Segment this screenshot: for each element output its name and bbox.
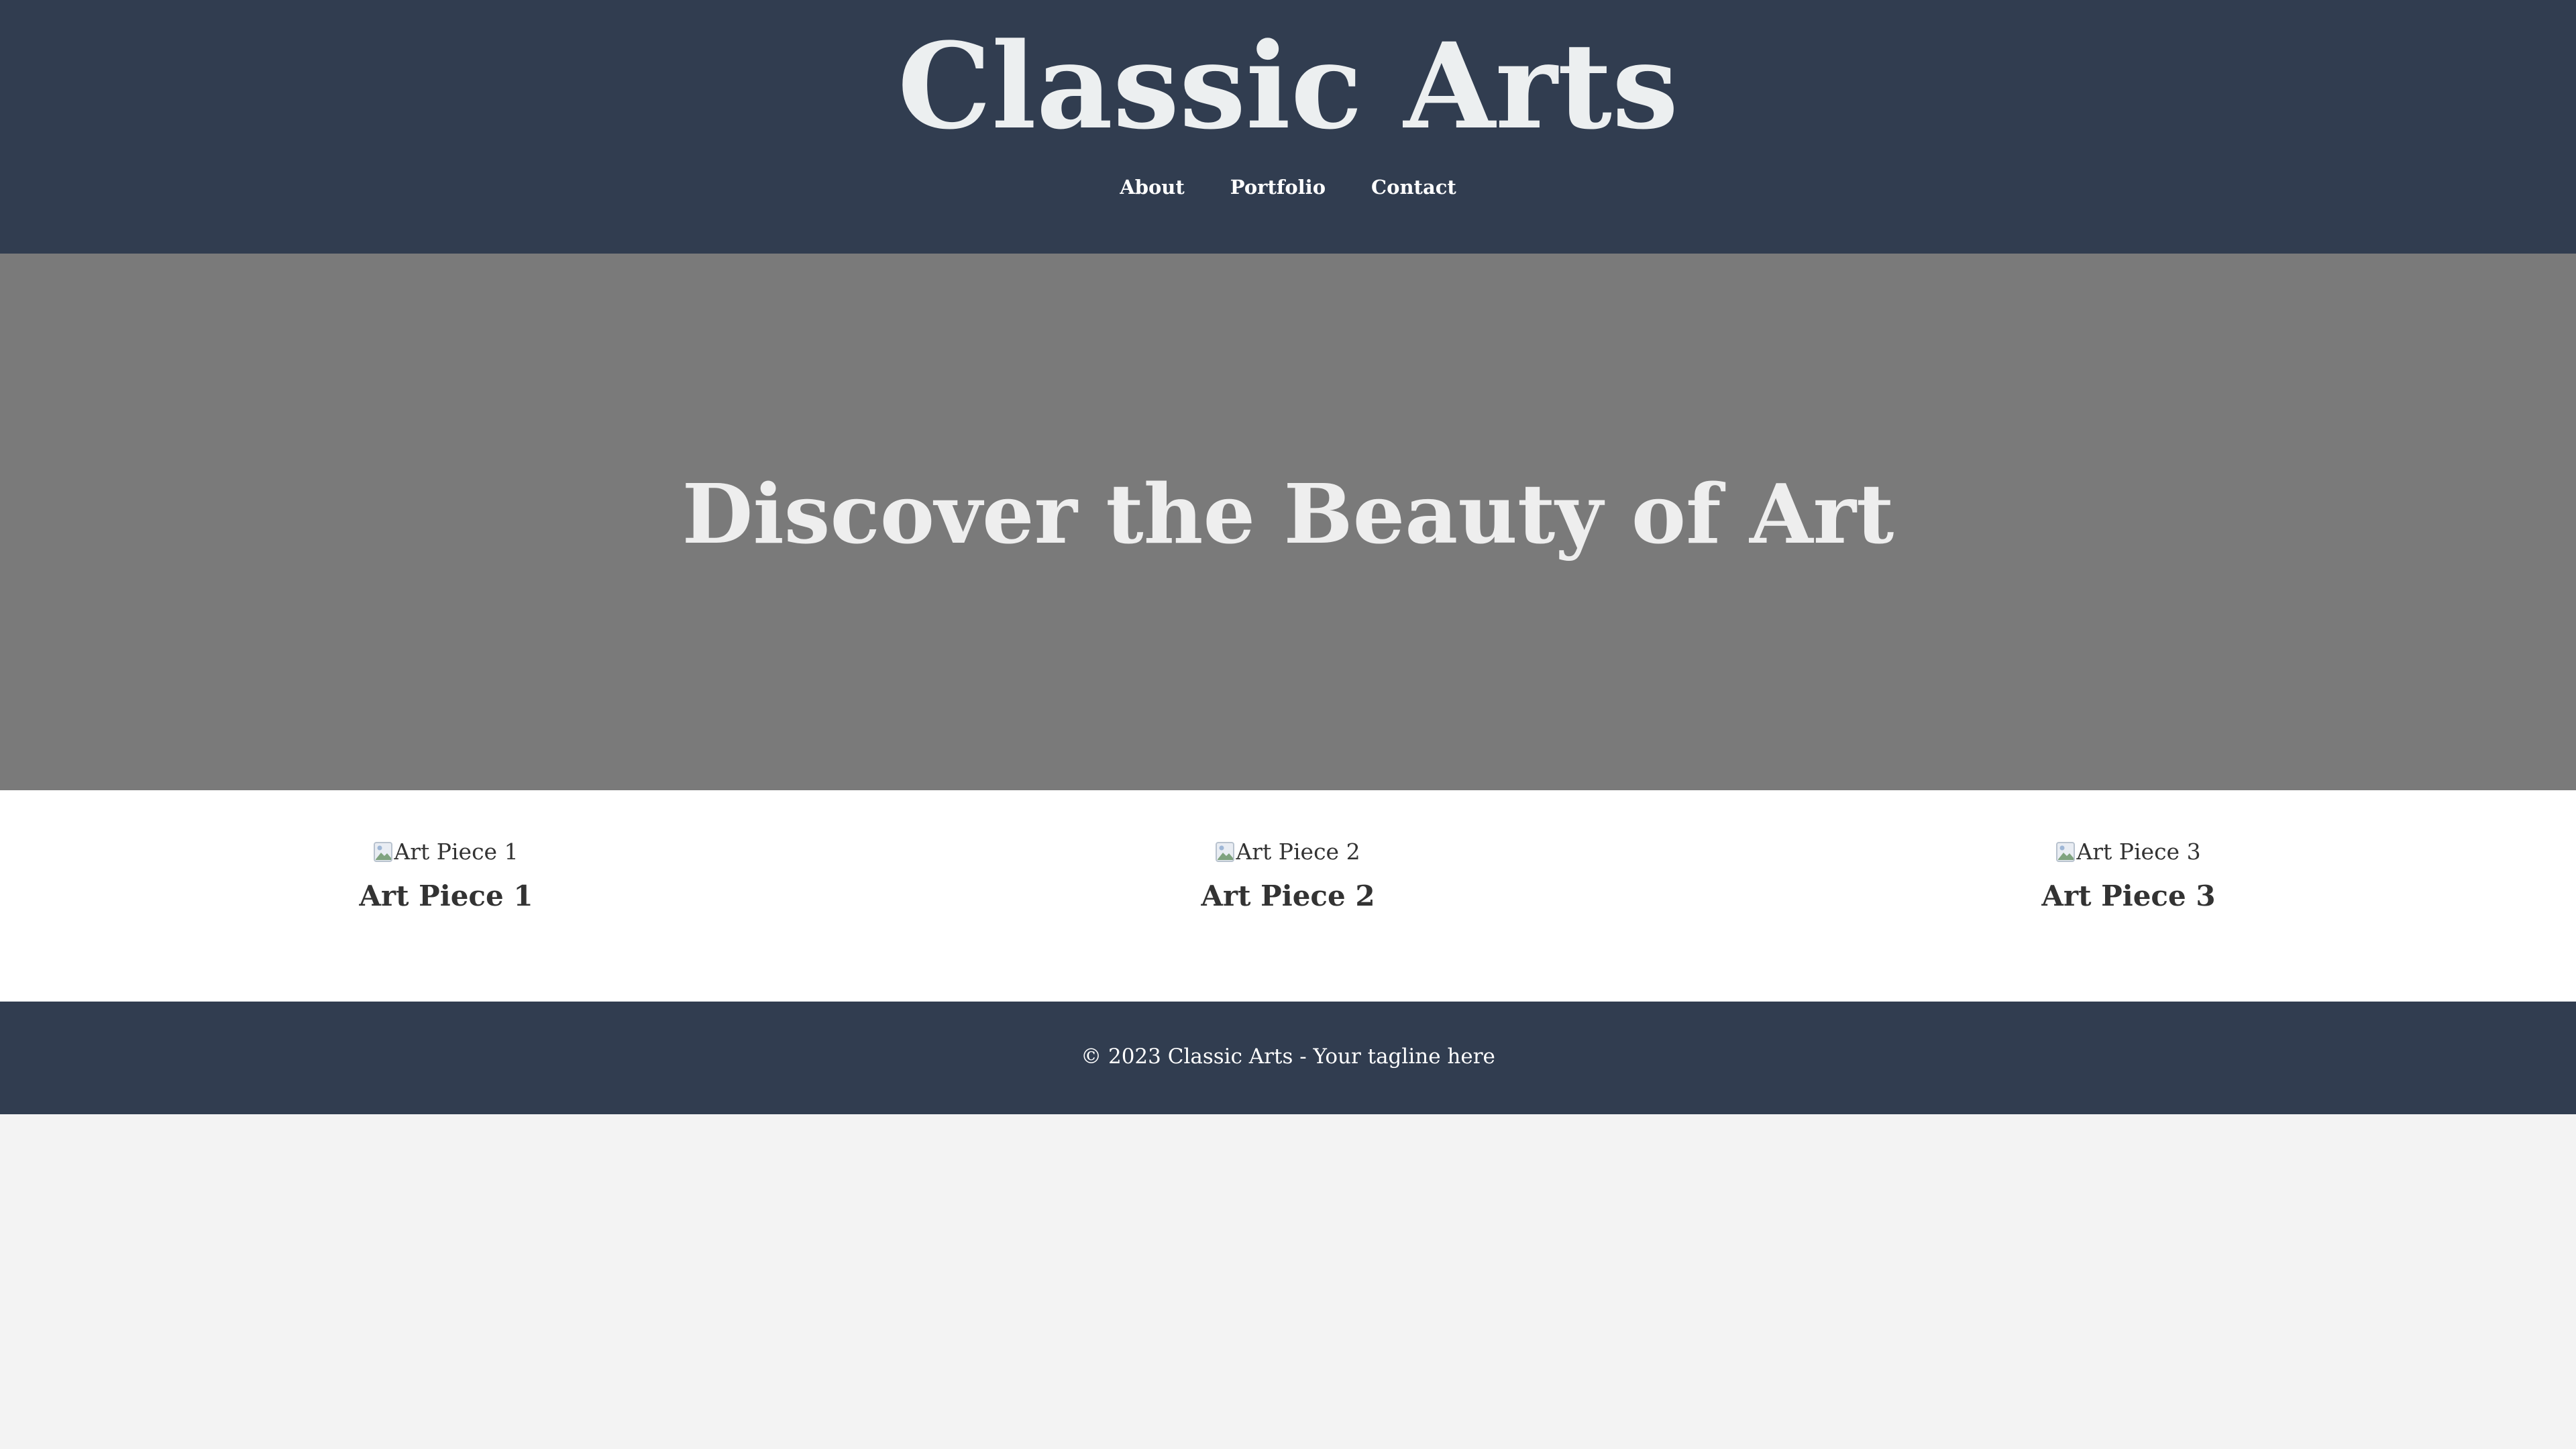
art-image-1-alt: Art Piece 1 — [394, 839, 519, 865]
site-header: Classic Arts About Portfolio Contact — [0, 0, 2576, 254]
art-title-2: Art Piece 2 — [1201, 879, 1375, 912]
nav-link-portfolio[interactable]: Portfolio — [1230, 176, 1326, 199]
art-title-1: Art Piece 1 — [359, 879, 533, 912]
art-image-3: Art Piece 3 — [2056, 837, 2201, 867]
broken-image-icon — [374, 842, 393, 862]
broken-image-icon — [2056, 842, 2076, 862]
footer-copyright: © 2023 Classic Arts - Your tagline here — [1081, 1044, 1495, 1069]
gallery-item-1: Art Piece 1 Art Piece 1 — [245, 837, 647, 915]
art-title-3: Art Piece 3 — [2041, 879, 2216, 912]
gallery: Art Piece 1 Art Piece 1 Art Piece 2 Art … — [0, 790, 2576, 1002]
art-image-2-alt: Art Piece 2 — [1236, 839, 1360, 865]
site-footer: © 2023 Classic Arts - Your tagline here — [0, 1002, 2576, 1114]
art-image-1: Art Piece 1 — [374, 837, 519, 867]
art-image-2: Art Piece 2 — [1216, 837, 1360, 867]
nav-link-contact[interactable]: Contact — [1371, 176, 1456, 199]
nav-link-about[interactable]: About — [1120, 176, 1185, 199]
gallery-item-2: Art Piece 2 Art Piece 2 — [1087, 837, 1489, 915]
hero-banner: Discover the Beauty of Art — [0, 254, 2576, 790]
broken-image-icon — [1216, 842, 1235, 862]
art-image-3-alt: Art Piece 3 — [2076, 839, 2201, 865]
site-title: Classic Arts — [897, 17, 1679, 156]
hero-heading: Discover the Beauty of Art — [682, 466, 1894, 562]
gallery-item-3: Art Piece 3 Art Piece 3 — [1927, 837, 2330, 915]
main-nav: About Portfolio Contact — [0, 176, 2576, 199]
